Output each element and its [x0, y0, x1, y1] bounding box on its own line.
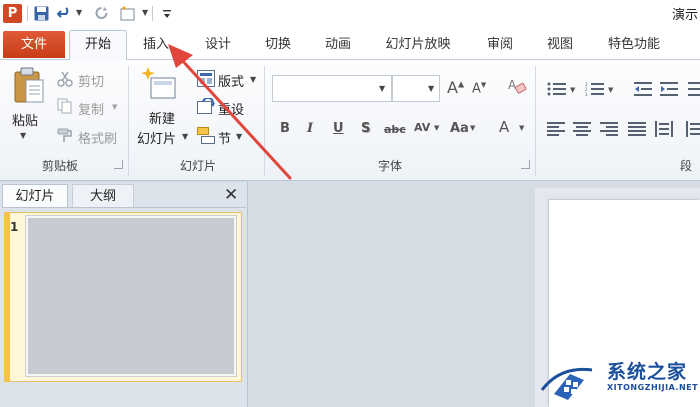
font-size-dropdown-icon[interactable]: ▼: [428, 84, 434, 93]
line-spacing-icon[interactable]: [688, 82, 700, 99]
group-separator: [264, 66, 265, 176]
decrease-indent-icon[interactable]: [634, 82, 652, 99]
justify-icon[interactable]: [628, 122, 646, 139]
layout-dropdown-icon[interactable]: ▼: [250, 75, 256, 84]
watermark-subtitle: XITONGZHIJIA.NET: [607, 383, 699, 392]
tab-slides-pane[interactable]: 幻灯片: [2, 184, 68, 208]
font-color-button[interactable]: A: [499, 118, 509, 136]
tab-file[interactable]: 文件: [3, 31, 65, 58]
clipboard-group-label: 剪贴板: [41, 159, 78, 173]
group-separator: [535, 66, 536, 176]
underline-button[interactable]: U: [333, 121, 344, 136]
text-shadow-button[interactable]: S: [361, 121, 370, 136]
change-case-dropdown-icon[interactable]: ▼: [470, 124, 475, 132]
numbering-dropdown-icon[interactable]: ▼: [608, 86, 613, 94]
font-name-combobox[interactable]: [272, 75, 392, 102]
cut-icon[interactable]: [57, 71, 73, 90]
paragraph-group-label: 段: [680, 159, 693, 173]
tab-slideshow[interactable]: 幻灯片放映: [378, 33, 458, 57]
customize-qat-caret-icon[interactable]: ▼: [142, 8, 148, 17]
grow-font-icon[interactable]: A▲: [447, 78, 464, 97]
copy-dropdown-icon[interactable]: ▼: [112, 103, 117, 111]
window-title: 演示: [671, 8, 698, 23]
font-color-dropdown-icon[interactable]: ▼: [519, 124, 524, 132]
copy-button[interactable]: 复制: [78, 99, 104, 118]
paste-icon[interactable]: [12, 66, 46, 106]
bullets-dropdown-icon[interactable]: ▼: [570, 86, 575, 94]
slide-thumbnail-marker: [4, 212, 10, 382]
align-left-icon[interactable]: [547, 122, 565, 139]
change-case-button[interactable]: Aa: [450, 121, 469, 136]
tab-design[interactable]: 设计: [196, 33, 240, 57]
new-slide-icon[interactable]: [141, 66, 179, 104]
tab-view[interactable]: 视图: [538, 33, 582, 57]
reset-icon[interactable]: [197, 96, 215, 118]
undo-icon[interactable]: [56, 5, 73, 22]
quick-access-separator: [27, 6, 28, 21]
watermark-logo-icon: [540, 360, 598, 402]
columns-icon[interactable]: [686, 121, 700, 140]
new-slide-label-line2[interactable]: 幻灯片: [137, 128, 176, 147]
svg-text:3: 3: [585, 92, 588, 96]
new-slide-label-line1[interactable]: 新建: [149, 108, 175, 127]
save-icon[interactable]: [33, 5, 50, 22]
numbering-icon[interactable]: 123: [585, 82, 605, 99]
clipboard-launcher-icon[interactable]: [114, 160, 123, 169]
undo-dropdown-icon[interactable]: ▼: [76, 8, 82, 17]
align-right-icon[interactable]: [600, 122, 618, 139]
bold-button[interactable]: B: [280, 121, 290, 136]
svg-text:A: A: [508, 78, 517, 92]
tab-home[interactable]: 开始: [69, 30, 127, 61]
tab-review[interactable]: 审阅: [478, 33, 522, 57]
font-group-label: 字体: [377, 159, 402, 173]
new-slide-quick-icon[interactable]: [118, 5, 135, 22]
new-slide-dropdown-icon[interactable]: ▼: [182, 132, 188, 141]
copy-icon[interactable]: [57, 98, 73, 117]
paste-button-label[interactable]: 粘贴: [12, 110, 38, 129]
tab-animations[interactable]: 动画: [316, 33, 360, 57]
powerpoint-app-icon[interactable]: P: [3, 4, 22, 23]
pane-tab-divider: [2, 207, 246, 208]
redo-icon[interactable]: [93, 5, 110, 22]
align-center-icon[interactable]: [573, 122, 591, 139]
character-spacing-button[interactable]: AV: [414, 121, 430, 134]
clear-formatting-icon[interactable]: A: [507, 76, 527, 99]
close-pane-icon[interactable]: ✕: [224, 185, 238, 205]
section-button[interactable]: 节: [218, 128, 231, 147]
font-launcher-icon[interactable]: [521, 160, 530, 169]
increase-indent-icon[interactable]: [660, 82, 678, 99]
group-separator: [128, 66, 129, 176]
slides-group-label: 幻灯片: [179, 159, 216, 173]
character-spacing-dropdown-icon[interactable]: ▼: [434, 124, 439, 132]
tab-outline-pane[interactable]: 大纲: [72, 184, 134, 208]
paste-dropdown-icon[interactable]: ▼: [20, 131, 26, 140]
font-name-dropdown-icon[interactable]: ▼: [379, 84, 385, 93]
quick-access-separator-2: [152, 6, 153, 21]
customize-quick-access-icon[interactable]: [158, 5, 175, 22]
layout-button[interactable]: 版式: [218, 71, 244, 90]
tab-insert[interactable]: 插入: [136, 33, 176, 57]
cut-button[interactable]: 剪切: [78, 71, 104, 90]
tab-transitions[interactable]: 切换: [256, 33, 300, 57]
format-painter-icon[interactable]: [57, 127, 73, 146]
watermark-title: 系统之家: [607, 361, 688, 383]
section-dropdown-icon[interactable]: ▼: [236, 132, 242, 141]
reset-button[interactable]: 重设: [218, 99, 244, 118]
tab-special-features[interactable]: 特色功能: [600, 33, 668, 57]
strikethrough-button[interactable]: abc: [384, 123, 406, 136]
section-icon[interactable]: [197, 127, 215, 147]
slide-number: 1: [10, 220, 19, 234]
italic-button[interactable]: I: [307, 121, 313, 136]
format-painter-button[interactable]: 格式刷: [78, 128, 117, 147]
layout-icon[interactable]: [197, 70, 215, 90]
slide-thumbnail[interactable]: [25, 215, 237, 377]
distribute-icon[interactable]: [655, 121, 673, 140]
shrink-font-icon[interactable]: A▼: [472, 81, 486, 96]
bullets-icon[interactable]: [547, 82, 567, 99]
